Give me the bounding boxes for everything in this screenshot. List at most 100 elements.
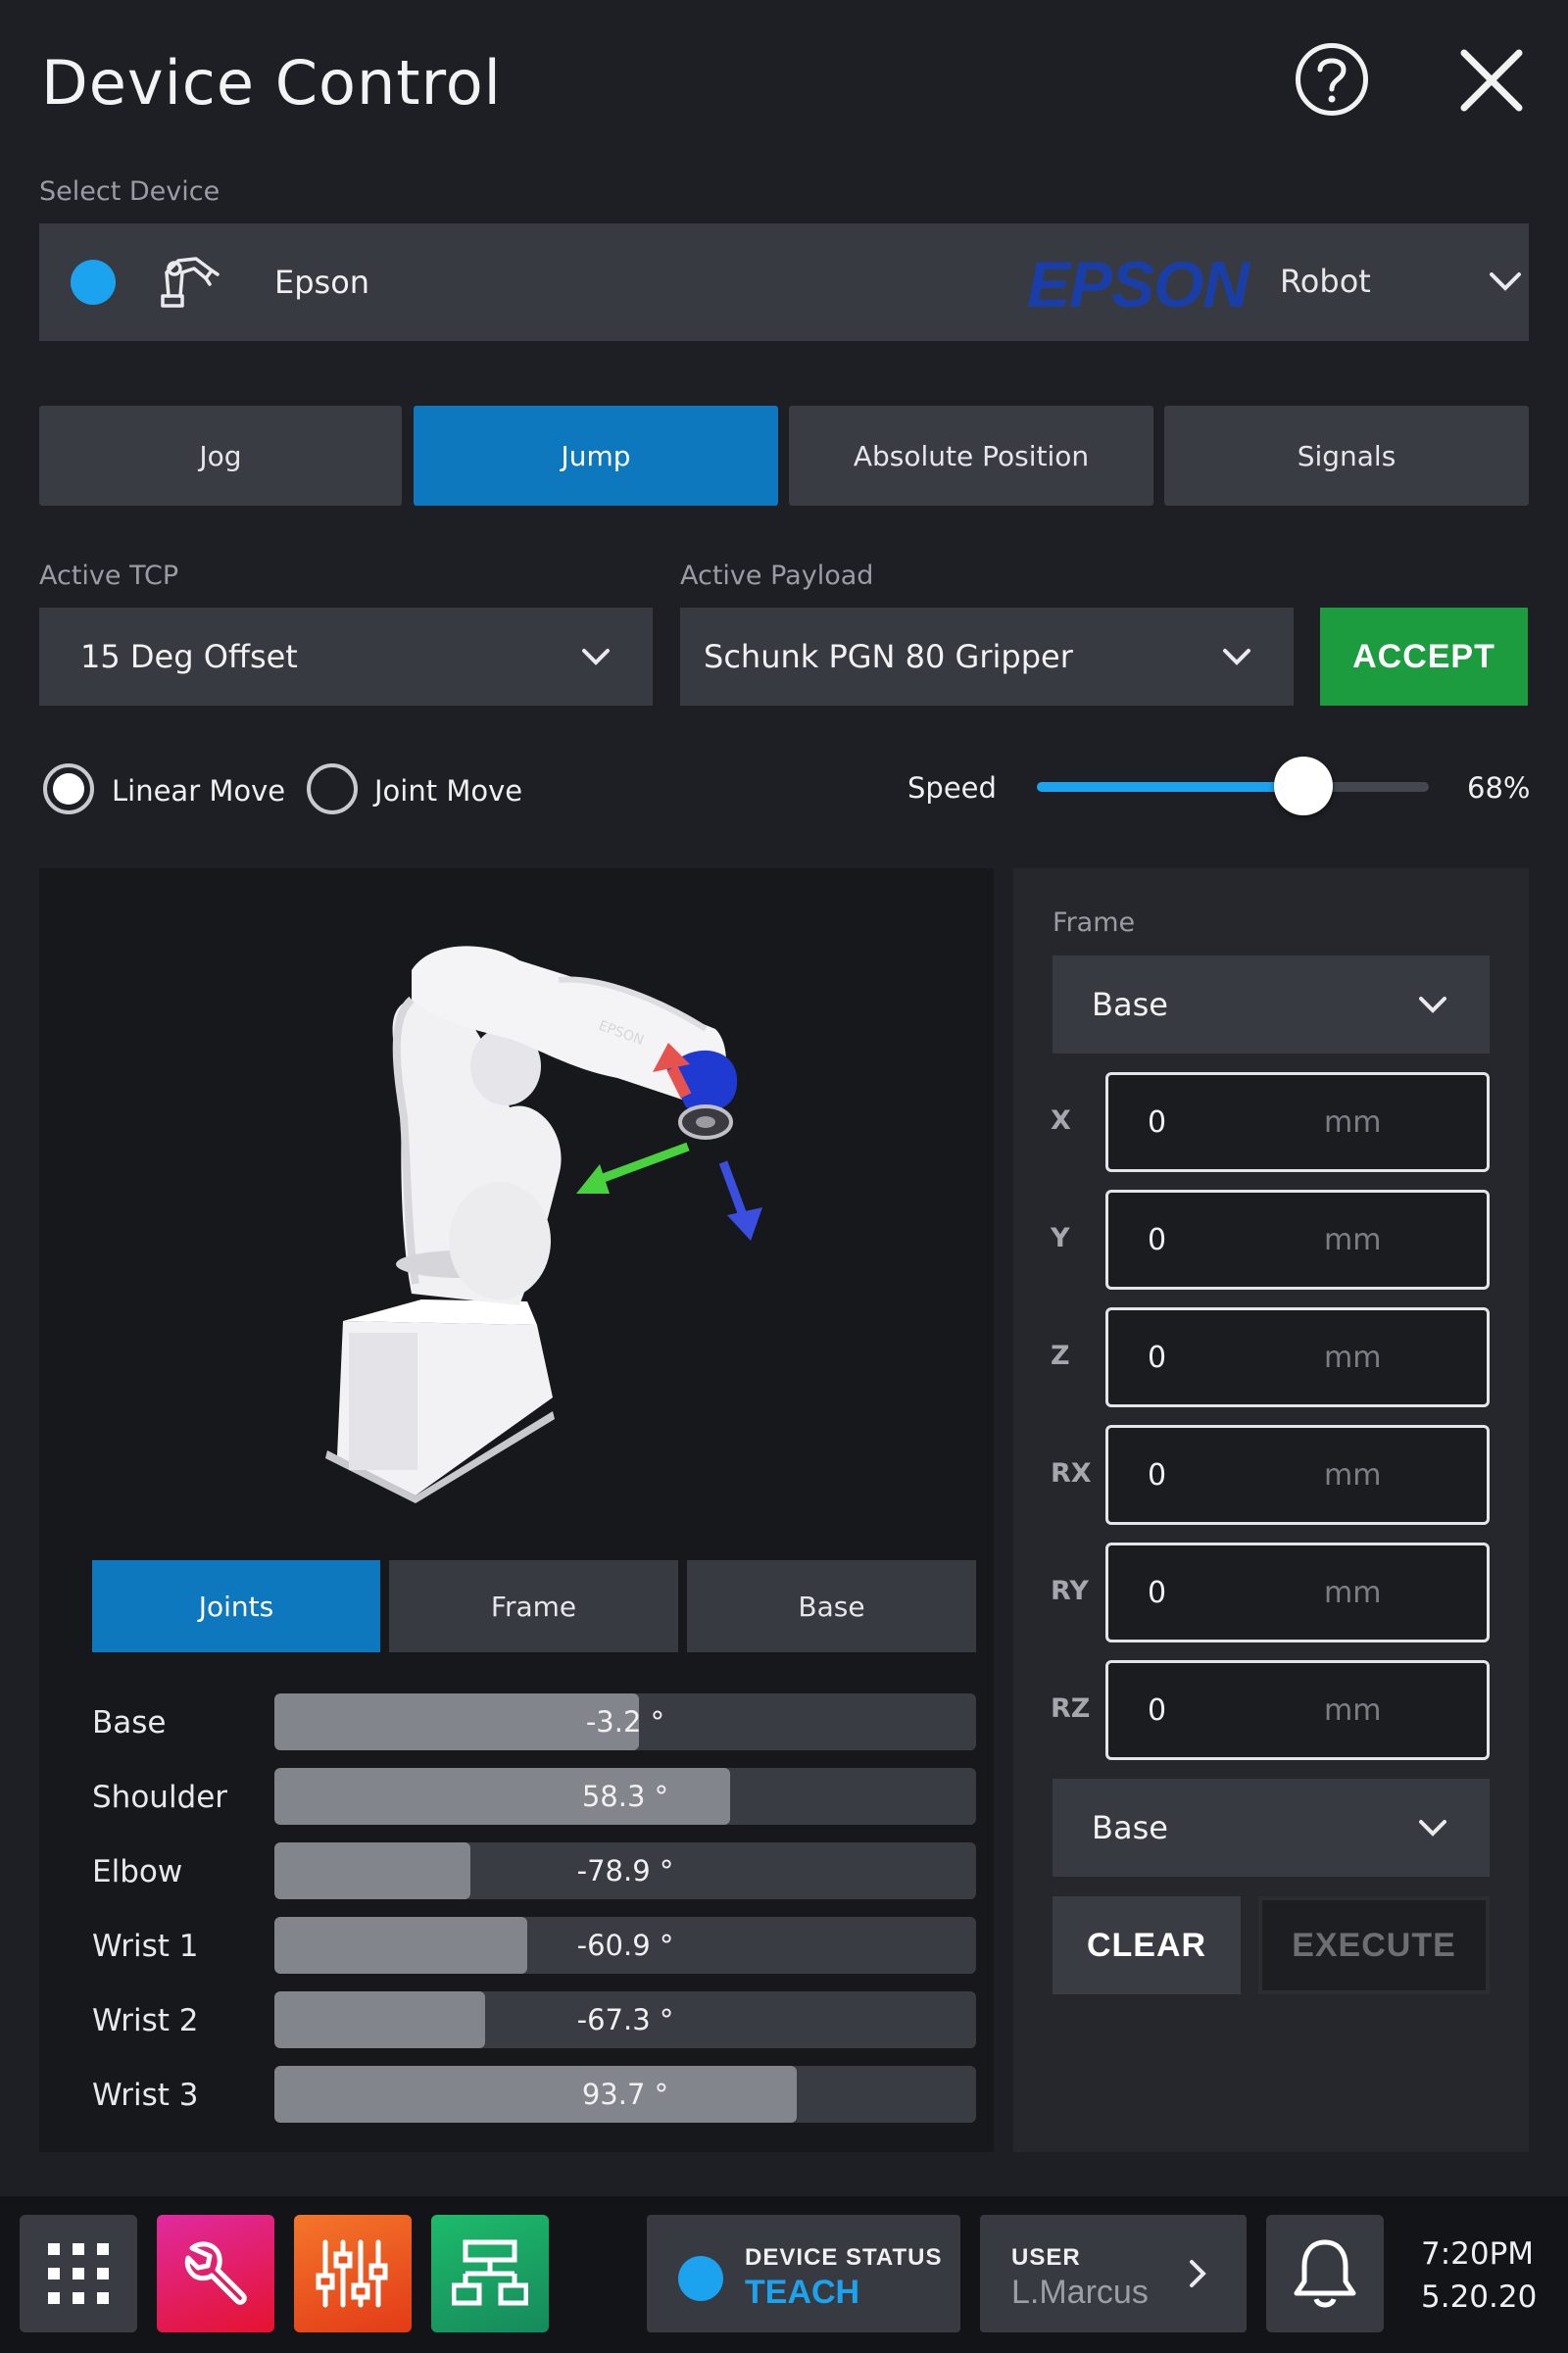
joint-value: -60.9 ° <box>576 1929 674 1962</box>
coord-axis-label: RY <box>1051 1576 1089 1606</box>
frame-label: Frame <box>1053 907 1136 938</box>
coord-value: 0 <box>1148 1104 1167 1140</box>
speed-value: 68% <box>1467 771 1531 805</box>
active-tcp-select[interactable]: 15 Deg Offset <box>39 608 653 706</box>
joint-label: Shoulder <box>92 1780 228 1815</box>
coord-input-x[interactable]: 0 mm <box>1105 1072 1490 1172</box>
clear-button[interactable]: CLEAR <box>1053 1896 1241 1994</box>
active-payload-value: Schunk PGN 80 Gripper <box>704 638 1073 675</box>
coord-unit: mm <box>1324 1340 1382 1375</box>
coord-value: 0 <box>1148 1692 1167 1728</box>
joint-bar[interactable]: 93.7 ° <box>274 2066 976 2123</box>
network-icon[interactable] <box>431 2215 549 2332</box>
linear-move-radio[interactable] <box>43 763 94 814</box>
apps-grid-icon[interactable] <box>20 2215 137 2332</box>
joint-label: Base <box>92 1705 167 1740</box>
robot-arm-icon <box>157 251 221 315</box>
coord-value: 0 <box>1148 1575 1167 1610</box>
device-type: Robot <box>1280 263 1371 300</box>
coord-unit: mm <box>1324 1222 1382 1257</box>
chevron-down-icon <box>1419 1820 1446 1837</box>
bell-icon[interactable] <box>1266 2215 1384 2332</box>
help-icon[interactable] <box>1296 43 1368 116</box>
radio-selected-dot <box>53 773 84 805</box>
reference-frame-select[interactable]: Base <box>1053 1779 1490 1877</box>
view-tab-base[interactable]: Base <box>687 1560 976 1652</box>
joint-bar[interactable]: -60.9 ° <box>274 1917 976 1974</box>
coord-unit: mm <box>1324 1457 1382 1493</box>
joint-move-radio[interactable] <box>307 763 358 814</box>
tab-absolute-position[interactable]: Absolute Position <box>789 406 1153 506</box>
user-name: L.Marcus <box>1011 2274 1149 2311</box>
joint-label: Wrist 2 <box>92 2003 199 2038</box>
coord-value: 0 <box>1148 1222 1167 1257</box>
accept-button[interactable]: ACCEPT <box>1320 608 1528 706</box>
view-tab-frame[interactable]: Frame <box>389 1560 678 1652</box>
coord-axis-label: Y <box>1051 1223 1070 1253</box>
coord-value: 0 <box>1148 1340 1167 1375</box>
active-payload-select[interactable]: Schunk PGN 80 Gripper <box>680 608 1294 706</box>
page-title: Device Control <box>41 47 502 119</box>
wrench-icon[interactable] <box>157 2215 274 2332</box>
joint-bar[interactable]: -3.2 ° <box>274 1693 976 1750</box>
device-status-box[interactable]: DEVICE STATUS TEACH <box>647 2215 960 2332</box>
epson-logo: EPSON <box>1027 248 1250 320</box>
coord-input-rx[interactable]: 0 mm <box>1105 1425 1490 1525</box>
chevron-down-icon <box>1223 649 1250 665</box>
coord-input-ry[interactable]: 0 mm <box>1105 1543 1490 1642</box>
speed-slider-fill <box>1037 782 1303 792</box>
joint-value: 93.7 ° <box>581 2078 669 2111</box>
coord-value: 0 <box>1148 1457 1167 1493</box>
tab-jog[interactable]: Jog <box>39 406 402 506</box>
device-name: Epson <box>274 264 370 301</box>
device-status-dot <box>71 260 116 305</box>
joint-label: Elbow <box>92 1854 183 1889</box>
speed-slider-handle[interactable] <box>1274 757 1333 815</box>
speed-label: Speed <box>907 771 997 805</box>
chevron-right-icon <box>1190 2260 1206 2287</box>
frame-select[interactable]: Base <box>1053 956 1490 1054</box>
device-status-title: DEVICE STATUS <box>745 2244 943 2271</box>
select-device-label: Select Device <box>39 176 220 207</box>
chevron-down-icon <box>1419 997 1446 1013</box>
coord-axis-label: RZ <box>1051 1693 1091 1724</box>
user-title: USER <box>1011 2244 1081 2271</box>
execute-button[interactable]: EXECUTE <box>1258 1896 1490 1994</box>
device-selector[interactable]: Epson EPSON Robot <box>39 223 1529 341</box>
tab-jump[interactable]: Jump <box>414 406 778 506</box>
joint-bar[interactable]: 58.3 ° <box>274 1768 976 1825</box>
device-status-indicator <box>678 2256 723 2301</box>
robot-3d-view[interactable]: EPSON <box>314 921 784 1509</box>
joint-value: -3.2 ° <box>585 1705 665 1739</box>
sliders-icon[interactable] <box>294 2215 412 2332</box>
chevron-down-icon <box>582 649 610 665</box>
joint-value: -67.3 ° <box>576 2003 674 2036</box>
joint-move-label: Joint Move <box>374 774 523 808</box>
user-box[interactable]: USER L.Marcus <box>980 2215 1247 2332</box>
close-icon[interactable] <box>1454 43 1529 118</box>
joint-label: Wrist 1 <box>92 1929 199 1964</box>
joint-value: -78.9 ° <box>576 1854 674 1887</box>
chevron-down-icon <box>1490 272 1521 291</box>
coord-input-z[interactable]: 0 mm <box>1105 1307 1490 1407</box>
coord-unit: mm <box>1324 1575 1382 1610</box>
coord-unit: mm <box>1324 1104 1382 1140</box>
active-payload-label: Active Payload <box>680 561 874 591</box>
coord-axis-label: Z <box>1051 1341 1070 1371</box>
joint-label: Wrist 3 <box>92 2078 199 2113</box>
frame-select-value: Base <box>1092 986 1168 1023</box>
coord-axis-label: X <box>1051 1105 1071 1136</box>
coord-unit: mm <box>1324 1692 1382 1728</box>
view-tab-joints[interactable]: Joints <box>92 1560 380 1652</box>
coord-input-rz[interactable]: 0 mm <box>1105 1660 1490 1760</box>
clock: 7:20PM 5.20.20 <box>1421 2232 1537 2319</box>
active-tcp-label: Active TCP <box>39 561 179 591</box>
reference-frame-value: Base <box>1092 1809 1168 1846</box>
coord-axis-label: RX <box>1051 1458 1092 1489</box>
tab-signals[interactable]: Signals <box>1164 406 1529 506</box>
coord-input-y[interactable]: 0 mm <box>1105 1190 1490 1290</box>
joint-bar[interactable]: -78.9 ° <box>274 1842 976 1899</box>
joint-bar[interactable]: -67.3 ° <box>274 1991 976 2048</box>
clock-time: 7:20PM <box>1421 2236 1535 2272</box>
clock-date: 5.20.20 <box>1421 2279 1538 2315</box>
